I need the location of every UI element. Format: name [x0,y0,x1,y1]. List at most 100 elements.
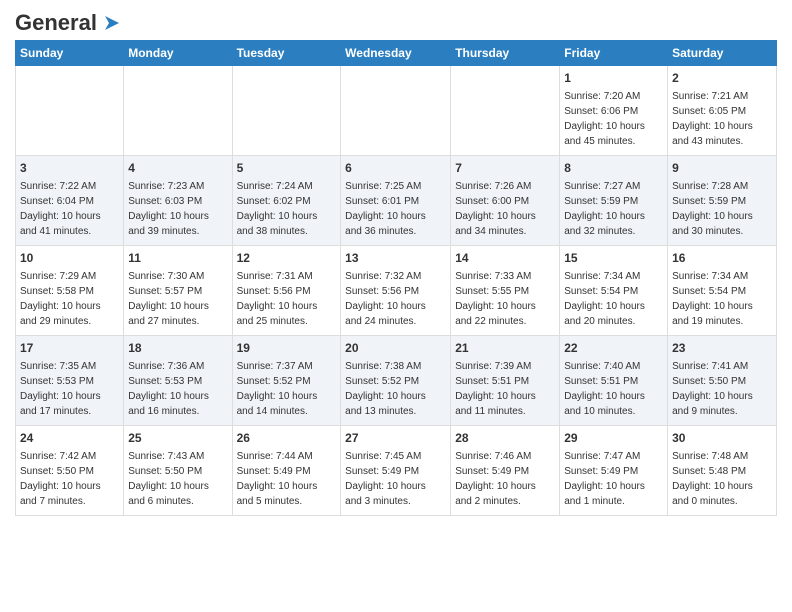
calendar-cell: 3 Sunrise: 7:22 AM Sunset: 6:04 PM Daylig… [16,156,124,246]
day-number: 11 [128,250,227,267]
header-row: SundayMondayTuesdayWednesdayThursdayFrid… [16,41,777,66]
day-number: 29 [564,430,663,447]
day-info: Sunrise: 7:38 AM Sunset: 5:52 PM Dayligh… [345,361,426,417]
day-info: Sunrise: 7:44 AM Sunset: 5:49 PM Dayligh… [237,451,318,507]
day-number: 23 [672,340,772,357]
calendar-cell: 25 Sunrise: 7:43 AM Sunset: 5:50 PM Dayli… [124,426,232,516]
day-info: Sunrise: 7:26 AM Sunset: 6:00 PM Dayligh… [455,181,536,237]
day-info: Sunrise: 7:46 AM Sunset: 5:49 PM Dayligh… [455,451,536,507]
day-number: 5 [237,160,337,177]
day-info: Sunrise: 7:45 AM Sunset: 5:49 PM Dayligh… [345,451,426,507]
calendar-table: SundayMondayTuesdayWednesdayThursdayFrid… [15,40,777,516]
logo-arrow-icon [101,12,123,34]
day-info: Sunrise: 7:47 AM Sunset: 5:49 PM Dayligh… [564,451,645,507]
day-info: Sunrise: 7:20 AM Sunset: 6:06 PM Dayligh… [564,91,645,147]
calendar-cell: 12 Sunrise: 7:31 AM Sunset: 5:56 PM Dayli… [232,246,341,336]
day-number: 22 [564,340,663,357]
calendar-cell: 14 Sunrise: 7:33 AM Sunset: 5:55 PM Dayli… [451,246,560,336]
day-number: 12 [237,250,337,267]
day-number: 30 [672,430,772,447]
day-info: Sunrise: 7:43 AM Sunset: 5:50 PM Dayligh… [128,451,209,507]
calendar-body: 1 Sunrise: 7:20 AM Sunset: 6:06 PM Daylig… [16,66,777,516]
week-row: 24 Sunrise: 7:42 AM Sunset: 5:50 PM Dayli… [16,426,777,516]
day-number: 25 [128,430,227,447]
logo-general-text: General [15,10,97,36]
day-number: 8 [564,160,663,177]
calendar-cell: 4Sunrise: 7:23 AM Sunset: 6:03 PM Daylig… [124,156,232,246]
calendar-cell: 6 Sunrise: 7:25 AM Sunset: 6:01 PM Daylig… [341,156,451,246]
column-header-wednesday: Wednesday [341,41,451,66]
column-header-friday: Friday [560,41,668,66]
day-info: Sunrise: 7:25 AM Sunset: 6:01 PM Dayligh… [345,181,426,237]
calendar-cell: 27 Sunrise: 7:45 AM Sunset: 5:49 PM Dayli… [341,426,451,516]
day-number: 10 [20,250,119,267]
column-header-saturday: Saturday [668,41,777,66]
column-header-monday: Monday [124,41,232,66]
day-number: 20 [345,340,446,357]
calendar-cell: 5Sunrise: 7:24 AM Sunset: 6:02 PM Daylig… [232,156,341,246]
day-info: Sunrise: 7:29 AM Sunset: 5:58 PM Dayligh… [20,271,101,327]
day-info: Sunrise: 7:34 AM Sunset: 5:54 PM Dayligh… [672,271,753,327]
day-info: Sunrise: 7:37 AM Sunset: 5:52 PM Dayligh… [237,361,318,417]
calendar-cell: 1 Sunrise: 7:20 AM Sunset: 6:06 PM Daylig… [560,66,668,156]
day-info: Sunrise: 7:22 AM Sunset: 6:04 PM Dayligh… [20,181,101,237]
week-row: 3 Sunrise: 7:22 AM Sunset: 6:04 PM Daylig… [16,156,777,246]
day-number: 27 [345,430,446,447]
calendar-cell: 10 Sunrise: 7:29 AM Sunset: 5:58 PM Dayli… [16,246,124,336]
calendar-cell: 29 Sunrise: 7:47 AM Sunset: 5:49 PM Dayli… [560,426,668,516]
day-info: Sunrise: 7:41 AM Sunset: 5:50 PM Dayligh… [672,361,753,417]
calendar-cell: 19Sunrise: 7:37 AM Sunset: 5:52 PM Dayli… [232,336,341,426]
calendar-cell: 20 Sunrise: 7:38 AM Sunset: 5:52 PM Dayli… [341,336,451,426]
calendar-cell: 21 Sunrise: 7:39 AM Sunset: 5:51 PM Dayli… [451,336,560,426]
header: General [15,10,777,32]
calendar-cell: 11 Sunrise: 7:30 AM Sunset: 5:57 PM Dayli… [124,246,232,336]
calendar-cell: 8 Sunrise: 7:27 AM Sunset: 5:59 PM Daylig… [560,156,668,246]
day-info: Sunrise: 7:31 AM Sunset: 5:56 PM Dayligh… [237,271,318,327]
calendar-cell [16,66,124,156]
day-info: Sunrise: 7:40 AM Sunset: 5:51 PM Dayligh… [564,361,645,417]
day-number: 16 [672,250,772,267]
calendar-cell: 22 Sunrise: 7:40 AM Sunset: 5:51 PM Dayli… [560,336,668,426]
week-row: 1 Sunrise: 7:20 AM Sunset: 6:06 PM Daylig… [16,66,777,156]
day-number: 18 [128,340,227,357]
calendar-cell: 24 Sunrise: 7:42 AM Sunset: 5:50 PM Dayli… [16,426,124,516]
column-header-thursday: Thursday [451,41,560,66]
calendar-cell [232,66,341,156]
day-number: 14 [455,250,555,267]
calendar-cell [341,66,451,156]
calendar-cell: 28Sunrise: 7:46 AM Sunset: 5:49 PM Dayli… [451,426,560,516]
day-number: 24 [20,430,119,447]
day-number: 3 [20,160,119,177]
day-info: Sunrise: 7:30 AM Sunset: 5:57 PM Dayligh… [128,271,209,327]
column-header-sunday: Sunday [16,41,124,66]
day-info: Sunrise: 7:27 AM Sunset: 5:59 PM Dayligh… [564,181,645,237]
day-info: Sunrise: 7:39 AM Sunset: 5:51 PM Dayligh… [455,361,536,417]
day-info: Sunrise: 7:21 AM Sunset: 6:05 PM Dayligh… [672,91,753,147]
calendar-cell: 15 Sunrise: 7:34 AM Sunset: 5:54 PM Dayli… [560,246,668,336]
logo: General [15,10,123,32]
calendar-cell: 30 Sunrise: 7:48 AM Sunset: 5:48 PM Dayli… [668,426,777,516]
day-number: 21 [455,340,555,357]
calendar-cell [124,66,232,156]
week-row: 10 Sunrise: 7:29 AM Sunset: 5:58 PM Dayli… [16,246,777,336]
day-info: Sunrise: 7:35 AM Sunset: 5:53 PM Dayligh… [20,361,101,417]
day-info: Sunrise: 7:34 AM Sunset: 5:54 PM Dayligh… [564,271,645,327]
day-info: Sunrise: 7:33 AM Sunset: 5:55 PM Dayligh… [455,271,536,327]
day-info: Sunrise: 7:42 AM Sunset: 5:50 PM Dayligh… [20,451,101,507]
calendar-cell: 13 Sunrise: 7:32 AM Sunset: 5:56 PM Dayli… [341,246,451,336]
day-number: 17 [20,340,119,357]
week-row: 17 Sunrise: 7:35 AM Sunset: 5:53 PM Dayli… [16,336,777,426]
calendar-cell: 23 Sunrise: 7:41 AM Sunset: 5:50 PM Dayli… [668,336,777,426]
calendar-cell: 2Sunrise: 7:21 AM Sunset: 6:05 PM Daylig… [668,66,777,156]
day-number: 26 [237,430,337,447]
day-info: Sunrise: 7:48 AM Sunset: 5:48 PM Dayligh… [672,451,753,507]
day-info: Sunrise: 7:36 AM Sunset: 5:53 PM Dayligh… [128,361,209,417]
day-number: 13 [345,250,446,267]
day-number: 6 [345,160,446,177]
day-number: 1 [564,70,663,87]
day-number: 9 [672,160,772,177]
day-number: 4 [128,160,227,177]
day-number: 15 [564,250,663,267]
calendar-cell [451,66,560,156]
day-info: Sunrise: 7:32 AM Sunset: 5:56 PM Dayligh… [345,271,426,327]
